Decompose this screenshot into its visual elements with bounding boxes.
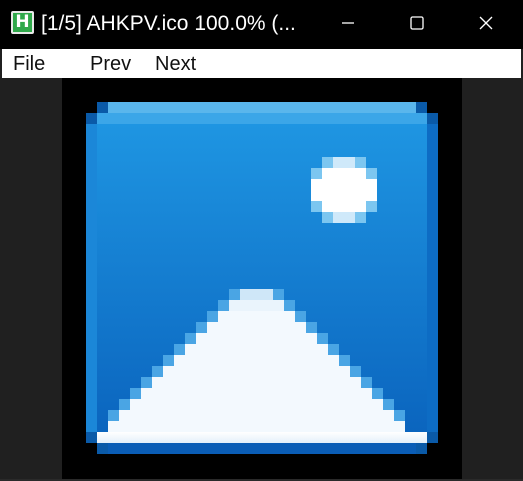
window-title: [1/5] AHKPV.ico 100.0% (...	[41, 12, 296, 35]
close-button[interactable]	[451, 0, 520, 46]
image-canvas[interactable]	[62, 78, 462, 479]
left-margin-panel	[2, 78, 62, 479]
close-icon	[479, 16, 492, 30]
minimize-icon	[341, 22, 354, 24]
picture-icon	[86, 102, 438, 454]
right-margin-panel	[462, 78, 521, 479]
image-viewer-window: H [1/5] AHKPV.ico 100.0% (... File Prev …	[0, 0, 523, 481]
menu-file[interactable]: File	[13, 52, 45, 76]
app-icon: H	[11, 11, 34, 34]
title-bar[interactable]: H [1/5] AHKPV.ico 100.0% (...	[0, 0, 523, 49]
menu-bar: File Prev Next	[2, 49, 521, 78]
maximize-icon	[409, 16, 424, 30]
minimize-button[interactable]	[313, 0, 382, 46]
menu-next[interactable]: Next	[155, 52, 196, 76]
menu-prev[interactable]: Prev	[90, 52, 131, 76]
maximize-button[interactable]	[382, 0, 451, 46]
